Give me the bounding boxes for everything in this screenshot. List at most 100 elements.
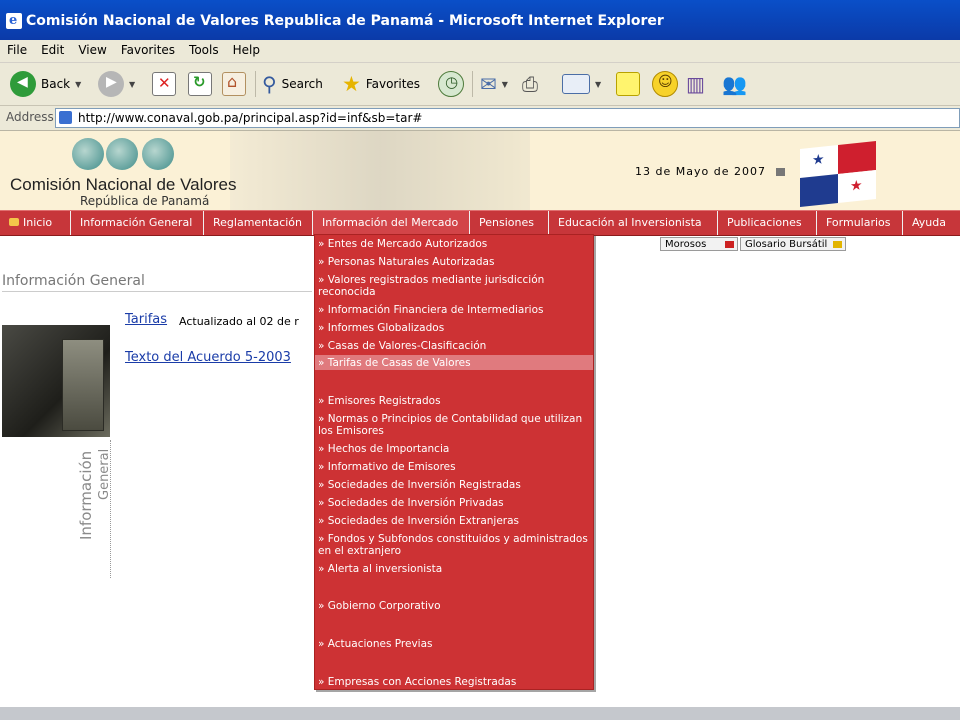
back-arrow-icon: ◀ [10, 71, 36, 97]
dropdown-item[interactable]: » Informativo de Emisores [315, 461, 593, 473]
menu-tools[interactable]: Tools [182, 40, 226, 60]
section-divider [2, 291, 312, 292]
dropdown-item[interactable]: » Valores registrados mediante jurisdicc… [315, 274, 593, 298]
edit-page-icon [562, 74, 590, 94]
dropdown-item[interactable]: » Actuaciones Previas [315, 638, 593, 650]
address-url: http://www.conaval.gob.pa/principal.asp?… [78, 111, 423, 125]
menu-favorites[interactable]: Favorites [114, 40, 182, 60]
page-icon [59, 111, 72, 124]
nav-pensiones[interactable]: Pensiones [470, 211, 549, 235]
discuss-button[interactable] [616, 69, 640, 99]
menu-edit[interactable]: Edit [34, 40, 71, 60]
side-photo [2, 325, 110, 437]
print-icon: ⎙ [522, 72, 538, 96]
menu-help[interactable]: Help [226, 40, 267, 60]
print-button[interactable]: ⎙ [522, 69, 538, 99]
nav-formularios[interactable]: Formularios [817, 211, 903, 235]
nav-inicio[interactable]: Inicio [0, 211, 71, 235]
dropdown-item[interactable]: » Informes Globalizados [315, 322, 593, 334]
morosos-button[interactable]: Morosos [660, 237, 738, 251]
stock-chart-background [230, 131, 530, 210]
glosario-icon [833, 241, 842, 248]
dropdown-item[interactable]: » Normas o Principios de Contabilidad qu… [315, 413, 593, 437]
dropdown-item[interactable]: » Casas de Valores-Clasificación [315, 340, 593, 352]
back-dropdown-icon[interactable]: ▼ [75, 80, 81, 89]
refresh-icon: ↻ [188, 72, 212, 96]
section-title: Información General [2, 273, 145, 289]
toolbar-separator [472, 71, 473, 97]
dropdown-item[interactable]: » Información Financiera de Intermediari… [315, 304, 593, 316]
dropdown-item[interactable]: » Sociedades de Inversión Registradas [315, 479, 593, 491]
window-title: Comisión Nacional de Valores Republica d… [26, 13, 664, 29]
bottom-strip [0, 707, 960, 720]
calendar-icon[interactable] [776, 168, 785, 176]
tarifas-note: Actualizado al 02 de r [179, 315, 299, 328]
menu-view[interactable]: View [71, 40, 113, 60]
morosos-icon [725, 241, 734, 248]
address-input[interactable]: http://www.conaval.gob.pa/principal.asp?… [55, 108, 960, 128]
menu-file[interactable]: File [0, 40, 34, 60]
org-name: Comisión Nacional de Valores [10, 175, 237, 194]
nav-publicaciones[interactable]: Publicaciones [718, 211, 817, 235]
dropdown-item[interactable]: » Sociedades de Inversión Extranjeras [315, 515, 593, 527]
logo-circle-icon [142, 138, 174, 170]
back-button[interactable]: ◀ Back ▼ [10, 69, 81, 99]
contacts-button[interactable]: 👥 [722, 69, 747, 99]
tarifas-link[interactable]: Tarifas [125, 312, 167, 327]
mail-icon: ✉ [480, 72, 497, 96]
toolbar: ◀ Back ▼ ▶ ▼ ✕ ↻ ⌂ ⚲ Search ★ Favorites … [0, 63, 960, 106]
acuerdo-link[interactable]: Texto del Acuerdo 5-2003 [125, 350, 291, 365]
stop-button[interactable]: ✕ [152, 69, 176, 99]
messenger-button[interactable]: ☺ [652, 69, 678, 99]
logo-circle-icon [106, 138, 138, 170]
glosario-button[interactable]: Glosario Bursátil [740, 237, 846, 251]
panama-flag-icon: ★ ★ [800, 141, 876, 207]
stop-icon: ✕ [152, 72, 176, 96]
main-nav: Inicio Información General Reglamentació… [0, 210, 960, 236]
home-icon: ⌂ [222, 72, 246, 96]
forward-dropdown-icon[interactable]: ▼ [129, 80, 135, 89]
menubar: File Edit View Favorites Tools Help [0, 40, 960, 63]
home-button[interactable]: ⌂ [222, 69, 246, 99]
dropdown-item[interactable]: » Entes de Mercado Autorizados [315, 238, 593, 250]
dropdown-item-highlighted[interactable]: » Tarifas de Casas de Valores [315, 355, 593, 370]
mail-dropdown-icon[interactable]: ▼ [502, 80, 508, 89]
users-icon: 👥 [722, 72, 747, 96]
search-button[interactable]: ⚲ Search [262, 69, 323, 99]
vertical-divider [110, 440, 112, 578]
toolbar-separator [255, 71, 256, 97]
dropdown-item[interactable]: » Empresas con Acciones Registradas [315, 676, 593, 688]
nav-reglamentacion[interactable]: Reglamentación [204, 211, 313, 235]
window-titlebar: e Comisión Nacional de Valores Republica… [0, 0, 960, 40]
home-icon [9, 218, 19, 226]
nav-ayuda[interactable]: Ayuda [903, 211, 960, 235]
dropdown-item[interactable]: » Sociedades de Inversión Privadas [315, 497, 593, 509]
address-label: Address [6, 110, 54, 124]
logo-circle-icon [72, 138, 104, 170]
edit-dropdown-icon[interactable]: ▼ [595, 80, 601, 89]
history-icon: ◷ [438, 71, 464, 97]
note-icon [616, 72, 640, 96]
forward-arrow-icon: ▶ [98, 71, 124, 97]
org-country: República de Panamá [80, 194, 210, 208]
mercado-dropdown-menu: » Entes de Mercado Autorizados » Persona… [314, 234, 594, 690]
favorites-button[interactable]: ★ Favorites [342, 69, 420, 99]
edit-button[interactable]: ▼ [562, 69, 601, 99]
address-bar: Address http://www.conaval.gob.pa/princi… [0, 106, 960, 131]
dropdown-item[interactable]: » Gobierno Corporativo [315, 600, 593, 612]
research-button[interactable]: ▥ [686, 69, 705, 99]
nav-informacion-mercado[interactable]: Información del Mercado [313, 211, 470, 235]
nav-informacion-general[interactable]: Información General [71, 211, 204, 235]
nav-educacion[interactable]: Educación al Inversionista [549, 211, 718, 235]
dropdown-item[interactable]: » Emisores Registrados [315, 395, 593, 407]
dropdown-item[interactable]: » Personas Naturales Autorizadas [315, 256, 593, 268]
forward-button[interactable]: ▶ ▼ [98, 69, 135, 99]
dropdown-item[interactable]: » Hechos de Importancia [315, 443, 593, 455]
dropdown-item[interactable]: » Alerta al inversionista [315, 563, 593, 575]
smiley-icon: ☺ [652, 71, 678, 97]
refresh-button[interactable]: ↻ [188, 69, 212, 99]
dropdown-item[interactable]: » Fondos y Subfondos constituidos y admi… [315, 533, 593, 557]
history-button[interactable]: ◷ [438, 69, 464, 99]
mail-button[interactable]: ✉ ▼ [480, 69, 508, 99]
vertical-section-label: Información General [77, 448, 112, 540]
